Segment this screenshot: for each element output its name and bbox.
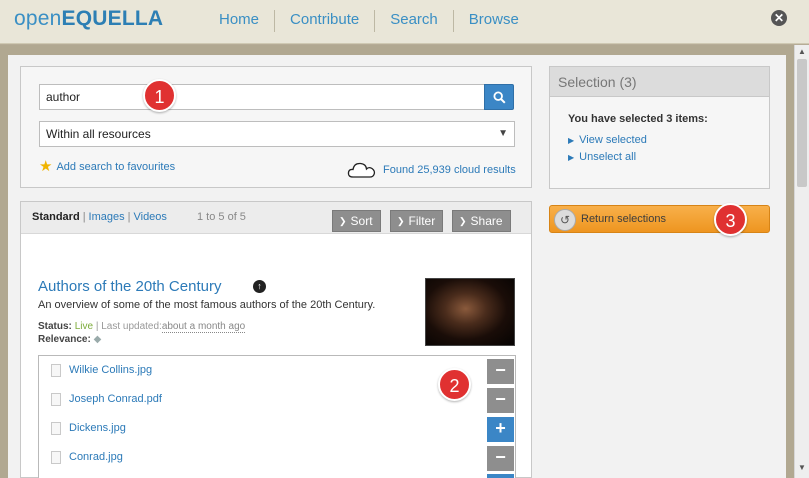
selection-summary: You have selected 3 items: [568, 113, 708, 125]
logo-light-text: open [14, 7, 62, 30]
scroll-down-icon[interactable]: ▼ [797, 463, 807, 473]
tab-standard[interactable]: Standard [32, 211, 80, 223]
share-button[interactable]: ❯ Share [452, 210, 511, 232]
nav-home[interactable]: Home [204, 10, 276, 32]
relevance-icon: ◆ [93, 334, 102, 345]
return-selections-label: Return selections [581, 213, 666, 225]
nav-browse[interactable]: Browse [454, 10, 534, 32]
result-status: Status: Live | Last updated:about a mont… [38, 321, 246, 333]
scroll-up-icon[interactable]: ▲ [797, 47, 807, 57]
attachment-row: Conrad.jpg − [39, 443, 515, 472]
chevron-down-icon: ❯ [459, 216, 467, 226]
deselect-attachment-button[interactable]: − [487, 388, 514, 413]
main-nav: Home Contribute Search Browse [204, 10, 534, 32]
deselect-attachment-button[interactable]: − [487, 359, 514, 384]
star-icon: ★ [39, 158, 53, 175]
select-attachment-button[interactable]: + [487, 417, 514, 442]
file-icon [51, 422, 61, 435]
nav-search[interactable]: Search [375, 10, 454, 32]
search-panel: author Within all resources ▼ ★ Add sear… [20, 66, 532, 188]
top-header: openEQUELLA Home Contribute Search Brows… [0, 0, 809, 44]
attachment-name[interactable]: Joseph Conrad.pdf [69, 393, 162, 405]
unselect-all-label: Unselect all [579, 151, 637, 163]
tab-images[interactable]: Images [89, 211, 125, 223]
triangle-right-icon: ▶ [568, 136, 575, 145]
chevron-down-icon: ❯ [339, 216, 347, 226]
scope-select-value: Within all resources [46, 127, 151, 141]
updated-label: | Last updated: [95, 321, 162, 332]
page-scrollbar[interactable]: ▲ ▼ [794, 45, 809, 478]
openequella-logo[interactable]: openEQUELLA [14, 7, 163, 31]
attachment-row: Dickens.jpg + [39, 414, 515, 443]
file-icon [51, 451, 61, 464]
result-title[interactable]: Authors of the 20th Century [38, 278, 221, 295]
unselect-all-link[interactable]: ▶ Unselect all [568, 151, 636, 163]
callout-badge-3: 3 [714, 203, 747, 236]
view-selected-label: View selected [579, 134, 647, 146]
dropdown-arrow-icon: ▼ [498, 128, 508, 139]
search-input[interactable]: author [39, 84, 485, 110]
close-icon[interactable]: ✕ [771, 10, 787, 26]
result-thumbnail[interactable] [425, 278, 515, 346]
select-attachment-button[interactable] [487, 474, 514, 478]
scope-select[interactable]: Within all resources ▼ [39, 121, 515, 147]
sort-button[interactable]: ❯ Sort [332, 210, 381, 232]
filter-button[interactable]: ❯ Filter [390, 210, 444, 232]
result-relevance: Relevance: ◆ [38, 334, 101, 345]
results-panel: Standard | Images | Videos 1 to 5 of 5 ❯ Sort… [20, 201, 532, 478]
triangle-right-icon: ▶ [568, 153, 575, 162]
add-to-favourites-label: Add search to favourites [56, 160, 176, 173]
cloud-results-link[interactable]: Found 25,939 cloud results [383, 164, 516, 176]
file-icon [51, 364, 61, 377]
search-button[interactable] [484, 84, 514, 110]
deselect-attachment-button[interactable]: − [487, 446, 514, 471]
selection-panel: Selection (3) You have selected 3 items:… [549, 66, 770, 189]
tab-videos[interactable]: Videos [133, 211, 166, 223]
search-icon [493, 91, 506, 104]
attachment-name[interactable]: Conrad.jpg [69, 451, 123, 463]
result-description: An overview of some of the most famous a… [38, 299, 376, 311]
status-value: Live [74, 321, 94, 332]
updated-value: about a month ago [161, 321, 246, 333]
result-mode-tabs: Standard | Images | Videos [32, 211, 167, 223]
selection-title: Selection (3) [550, 67, 769, 97]
nav-contribute[interactable]: Contribute [275, 10, 376, 32]
sort-label: Sort [350, 214, 373, 228]
arrow-up-icon[interactable]: ↑ [253, 280, 266, 293]
scroll-thumb[interactable] [797, 59, 807, 187]
status-label: Status: [38, 321, 72, 332]
filter-label: Filter [408, 214, 436, 228]
callout-badge-1: 1 [143, 79, 176, 112]
relevance-label: Relevance: [38, 334, 91, 345]
attachment-name[interactable]: Dickens.jpg [69, 422, 126, 434]
chevron-down-icon: ❯ [397, 216, 405, 226]
attachment-name[interactable]: Wilkie Collins.jpg [69, 364, 152, 376]
view-selected-link[interactable]: ▶ View selected [568, 134, 647, 146]
add-to-favourites-link[interactable]: ★ Add search to favourites [39, 159, 175, 174]
results-toolbar: Standard | Images | Videos 1 to 5 of 5 ❯ Sort… [21, 202, 531, 234]
callout-badge-2: 2 [438, 368, 471, 401]
logo-bold-text: EQUELLA [61, 7, 164, 30]
share-label: Share [470, 214, 503, 228]
attachment-row-partial [39, 472, 515, 478]
cloud-icon [347, 162, 376, 178]
return-arrow-icon: ↺ [554, 209, 576, 231]
file-icon [51, 393, 61, 406]
paging-info: 1 to 5 of 5 [197, 211, 246, 223]
